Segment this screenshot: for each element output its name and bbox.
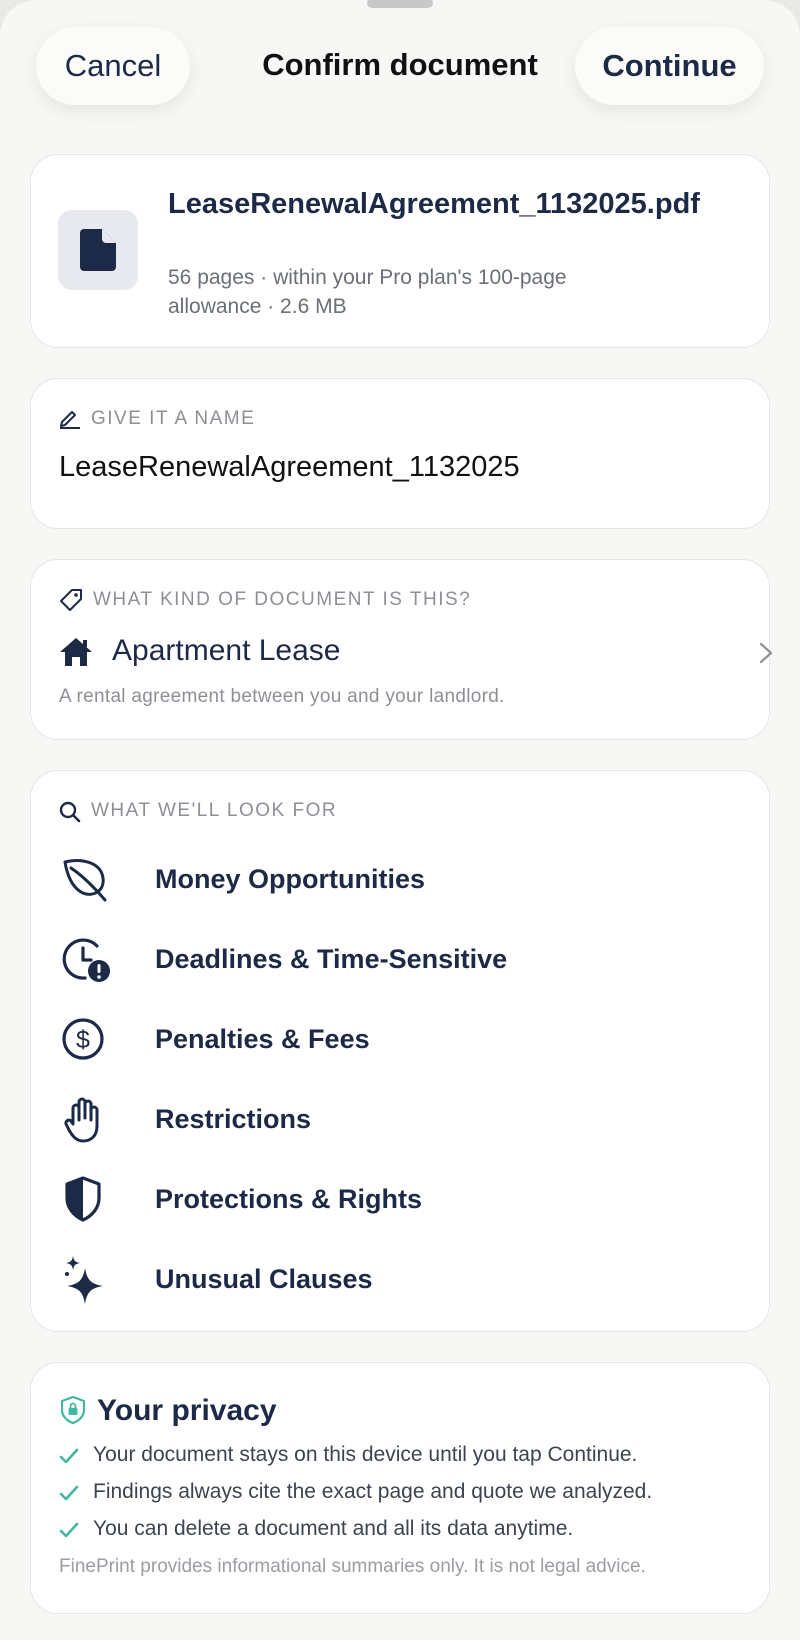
look-for-label: WHAT WE'LL LOOK FOR [91,800,338,821]
doc-type-card: WHAT KIND OF DOCUMENT IS THIS? Apartment… [30,559,773,740]
check-icon [59,1522,79,1538]
name-label: GIVE IT A NAME [91,408,256,429]
house-icon [60,638,92,666]
look-for-item-label: Unusual Clauses [155,1264,373,1294]
privacy-point: Findings always cite the exact page and … [59,1480,749,1510]
tag-icon [60,589,82,611]
look-for-item: Protections & Rights [61,1174,721,1224]
privacy-point: You can delete a document and all its da… [59,1517,749,1547]
svg-text:$: $ [76,1026,90,1054]
lock-shield-icon [61,1396,85,1424]
page-title: Confirm document [262,47,538,82]
look-for-item: Money Opportunities [61,854,721,904]
clock-alert-icon [62,938,110,982]
file-card: LeaseRenewalAgreement_1132025.pdf 56 pag… [30,154,770,348]
sparkles-icon [65,1256,103,1304]
look-for-item-label: Restrictions [155,1104,312,1134]
check-icon [59,1485,79,1501]
privacy-point-text: You can delete a document and all its da… [93,1517,574,1540]
look-for-item-label: Protections & Rights [155,1184,423,1214]
leaf-icon [63,859,107,902]
file-meta: 56 pages · within your Pro plan's 100-pa… [168,266,567,318]
doc-type-label: WHAT KIND OF DOCUMENT IS THIS? [93,589,472,610]
privacy-title: Your privacy [97,1394,277,1427]
look-for-item: Unusual Clauses [61,1254,721,1304]
look-for-card: WHAT WE'LL LOOK FOR Money Opportunities … [30,770,770,1332]
check-icon [59,1448,79,1464]
cancel-button[interactable]: Cancel [36,27,190,105]
look-for-item-label: Deadlines & Time-Sensitive [155,944,508,974]
privacy-point: Your document stays on this device until… [59,1443,749,1473]
hand-icon [64,1097,99,1143]
document-icon [80,229,116,271]
look-for-item: Restrictions [61,1094,721,1144]
file-name: LeaseRenewalAgreement_1132025.pdf [168,188,700,220]
look-for-item: Deadlines & Time-Sensitive [61,934,721,984]
document-name-input[interactable]: LeaseRenewalAgreement_1132025 [59,451,520,484]
doc-type-description: A rental agreement between you and your … [59,686,505,707]
legal-disclaimer: FinePrint provides informational summari… [59,1556,646,1577]
file-tile [58,210,138,290]
look-for-item-label: Penalties & Fees [155,1024,370,1054]
shield-icon [65,1176,101,1222]
chevron-right-icon [759,642,773,664]
name-card: GIVE IT A NAME LeaseRenewalAgreement_113… [30,378,770,529]
doc-type-value: Apartment Lease [112,634,341,667]
dollar-circle-icon: $ [62,1018,104,1060]
pencil-icon [60,411,80,429]
privacy-point-text: Your document stays on this device until… [93,1443,638,1466]
search-icon [59,801,81,823]
bottom-sheet: Cancel Confirm document Continue LeaseRe… [0,0,800,1640]
privacy-point-text: Findings always cite the exact page and … [93,1480,653,1503]
look-for-item: $ Penalties & Fees [61,1014,721,1064]
privacy-card: Your privacy Your document stays on this… [30,1362,770,1614]
sheet-grabber[interactable] [367,0,433,8]
doc-type-selector[interactable]: Apartment Lease [59,632,773,676]
look-for-item-label: Money Opportunities [155,864,425,894]
continue-button[interactable]: Continue [575,27,764,105]
